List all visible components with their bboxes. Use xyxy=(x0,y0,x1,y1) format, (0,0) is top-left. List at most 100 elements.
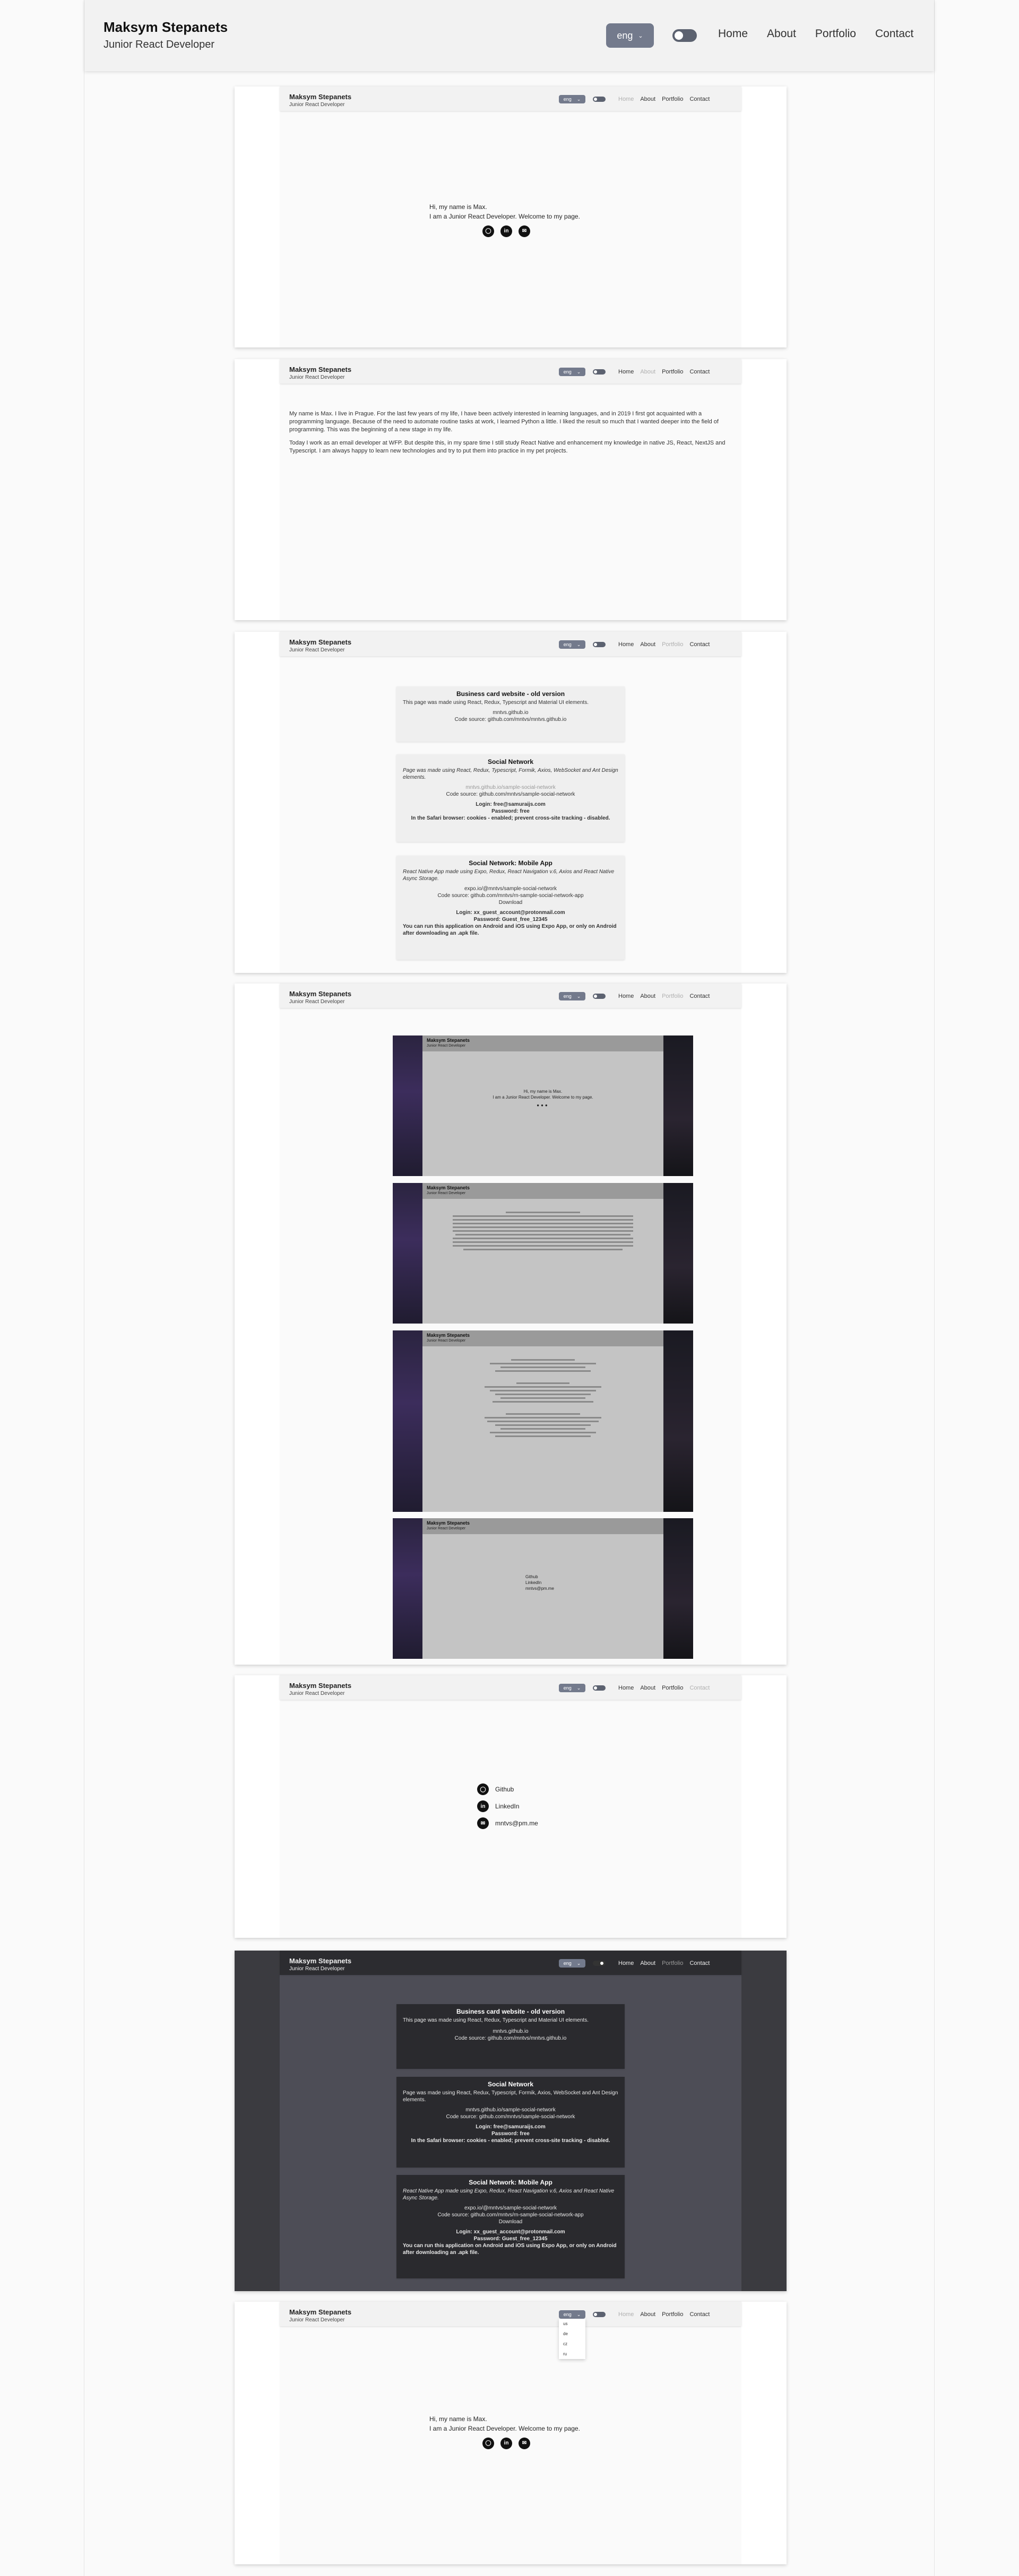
language-select[interactable]: eng ⌄ xyxy=(559,1684,585,1692)
preview-portfolio: Maksym Stepanets Junior React Developer … xyxy=(235,632,787,973)
nav-contact[interactable]: Contact xyxy=(689,96,710,102)
nav-home[interactable]: Home xyxy=(618,1685,634,1691)
screenshot-home[interactable]: Maksym Stepanets Junior React Developer H… xyxy=(393,1035,693,1176)
contact-email[interactable]: ✉ mntvs@pm.me xyxy=(477,1817,538,1829)
contact-github[interactable]: ◯ Github xyxy=(477,1783,538,1795)
nav-portfolio[interactable]: Portfolio xyxy=(662,993,683,999)
nav-about[interactable]: About xyxy=(640,993,655,999)
project-desc: This page was made using React, Redux, T… xyxy=(403,700,589,706)
linkedin-icon[interactable]: in xyxy=(500,225,512,237)
chevron-down-icon: ⌄ xyxy=(576,1685,581,1691)
chevron-down-icon: ⌄ xyxy=(576,1960,581,1966)
nav-home[interactable]: Home xyxy=(718,28,748,40)
project-card: Social Network: Mobile App React Native … xyxy=(396,2175,625,2278)
project-card: Business card website - old version This… xyxy=(396,2004,625,2069)
language-select[interactable]: eng ⌄ xyxy=(606,23,654,48)
linkedin-icon[interactable]: in xyxy=(500,2438,512,2449)
screenshot-contact[interactable]: Maksym Stepanets Junior React Developer G… xyxy=(393,1518,693,1659)
language-select[interactable]: eng ⌄ xyxy=(559,640,585,649)
nav-home[interactable]: Home xyxy=(618,96,634,102)
nav-contact[interactable]: Contact xyxy=(875,28,913,40)
project-card: Social Network Page was made using React… xyxy=(396,2077,625,2168)
nav-portfolio[interactable]: Portfolio xyxy=(662,1960,683,1966)
language-option[interactable]: cz xyxy=(559,2339,585,2349)
nav-about[interactable]: About xyxy=(640,2311,655,2318)
nav-about[interactable]: About xyxy=(767,28,796,40)
project-link[interactable]: mntvs.github.io xyxy=(403,709,618,716)
nav-about[interactable]: About xyxy=(640,96,655,102)
language-option[interactable]: de xyxy=(559,2329,585,2339)
chevron-down-icon: ⌄ xyxy=(576,993,581,999)
nav-contact[interactable]: Contact xyxy=(689,641,710,648)
project-source[interactable]: Code source: github.com/mntvs/sample-soc… xyxy=(403,791,618,798)
email-icon[interactable]: ✉ xyxy=(519,2438,530,2449)
brand: Maksym Stepanets Junior React Developer xyxy=(103,19,228,51)
nav-contact[interactable]: Contact xyxy=(689,993,710,999)
project-password: Password: Guest_free_12345 xyxy=(473,917,548,923)
github-icon[interactable]: ◯ xyxy=(482,225,494,237)
project-link[interactable]: expo.io/@mntvs/sample-social-network xyxy=(403,885,618,892)
project-title: Social Network xyxy=(487,758,534,765)
hero-line-2: I am a Junior React Developer. Welcome t… xyxy=(429,213,580,220)
theme-toggle[interactable] xyxy=(593,1685,606,1691)
theme-toggle[interactable] xyxy=(593,642,606,647)
nav-home[interactable]: Home xyxy=(618,1960,634,1966)
language-select[interactable]: eng ⌄ xyxy=(559,992,585,1000)
theme-toggle[interactable] xyxy=(672,29,697,42)
nav-contact[interactable]: Contact xyxy=(689,1960,710,1966)
email-icon[interactable]: ✉ xyxy=(519,225,530,237)
download-link[interactable]: Download xyxy=(403,899,618,906)
nav-portfolio[interactable]: Portfolio xyxy=(662,2311,683,2318)
nav-portfolio[interactable]: Portfolio xyxy=(662,369,683,375)
preview-header: Maksym Stepanets Junior React Developer … xyxy=(280,2302,741,2359)
language-option[interactable]: us xyxy=(559,2319,585,2329)
about-paragraph-2: Today I work as an email developer at WF… xyxy=(289,440,726,454)
nav-about[interactable]: About xyxy=(640,1685,655,1691)
language-select[interactable]: eng ⌄ xyxy=(559,1959,585,1968)
preview-name: Maksym Stepanets xyxy=(289,93,352,101)
nav-home[interactable]: Home xyxy=(618,993,634,999)
project-card: Business card website - old version This… xyxy=(396,686,625,742)
nav-portfolio[interactable]: Portfolio xyxy=(662,96,683,102)
nav-portfolio[interactable]: Portfolio xyxy=(662,1685,683,1691)
screenshot-portfolio[interactable]: Maksym Stepanets Junior React Developer xyxy=(393,1330,693,1512)
preview-portfolio-dark: Maksym Stepanets Junior React Developer … xyxy=(235,1951,787,2291)
nav-portfolio[interactable]: Portfolio xyxy=(815,28,856,40)
nav-about[interactable]: About xyxy=(640,641,655,648)
language-select[interactable]: eng ⌄ xyxy=(559,368,585,376)
nav-about[interactable]: About xyxy=(640,369,655,375)
nav-contact[interactable]: Contact xyxy=(689,369,710,375)
language-select[interactable]: eng ⌄ xyxy=(559,2310,585,2319)
project-source[interactable]: Code source: github.com/mntvs/mntvs.gith… xyxy=(403,716,618,723)
theme-toggle[interactable] xyxy=(593,2312,606,2317)
nav-home[interactable]: Home xyxy=(618,369,634,375)
about-paragraph-1: My name is Max. I live in Prague. For th… xyxy=(289,411,719,433)
preview-header: Maksym Stepanets Junior React Developer … xyxy=(280,86,741,111)
nav-home[interactable]: Home xyxy=(618,2311,634,2318)
language-select[interactable]: eng ⌄ xyxy=(559,95,585,103)
github-icon[interactable]: ◯ xyxy=(482,2438,494,2449)
project-password: Password: free xyxy=(491,808,530,814)
preview-header: Maksym Stepanets Junior React Developer … xyxy=(280,359,741,384)
screenshot-about[interactable]: Maksym Stepanets Junior React Developer xyxy=(393,1183,693,1324)
nav-contact[interactable]: Contact xyxy=(689,1685,710,1691)
theme-toggle[interactable] xyxy=(593,994,606,999)
chevron-down-icon: ⌄ xyxy=(576,369,581,375)
theme-toggle[interactable] xyxy=(593,97,606,102)
contact-linkedin[interactable]: in LinkedIn xyxy=(477,1800,538,1812)
site-role: Junior React Developer xyxy=(103,39,214,50)
project-link[interactable]: mntvs.github.io/sample-social-network xyxy=(403,784,618,791)
preview-role: Junior React Developer xyxy=(289,102,345,108)
theme-toggle[interactable] xyxy=(593,1961,606,1966)
nav-home[interactable]: Home xyxy=(618,641,634,648)
project-source[interactable]: Code source: github.com/mntvs/rn-sample-… xyxy=(403,892,618,899)
language-option[interactable]: ru xyxy=(559,2349,585,2359)
hero: Hi, my name is Max. I am a Junior React … xyxy=(429,202,580,237)
chevron-down-icon: ⌄ xyxy=(576,96,581,102)
nav-portfolio[interactable]: Portfolio xyxy=(662,641,683,648)
nav-contact[interactable]: Contact xyxy=(689,2311,710,2318)
project-desc: Page was made using React, Redux, Typesc… xyxy=(403,768,618,780)
nav-about[interactable]: About xyxy=(640,1960,655,1966)
theme-toggle[interactable] xyxy=(593,369,606,375)
github-icon: ◯ xyxy=(477,1783,489,1795)
